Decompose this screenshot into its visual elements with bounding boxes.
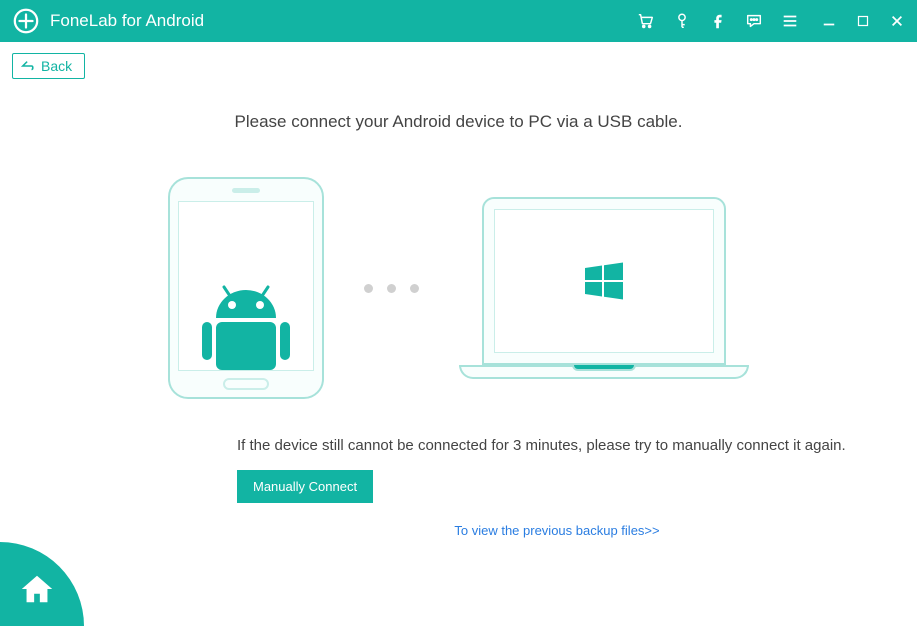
cart-icon[interactable] <box>637 12 655 30</box>
device-illustration <box>40 177 877 399</box>
back-label: Back <box>41 58 72 74</box>
main-content: Please connect your Android device to PC… <box>0 112 917 540</box>
instruction-text: Please connect your Android device to PC… <box>40 112 877 132</box>
home-button[interactable] <box>0 542 84 626</box>
menu-icon[interactable] <box>781 12 799 30</box>
app-title: FoneLab for Android <box>50 11 637 31</box>
facebook-icon[interactable] <box>709 12 727 30</box>
timeout-hint: If the device still cannot be connected … <box>40 437 877 454</box>
app-logo-icon <box>12 7 40 35</box>
maximize-icon[interactable] <box>855 13 871 29</box>
view-backup-link[interactable]: To view the previous backup files>> <box>454 523 659 538</box>
connection-dots-icon <box>364 284 419 293</box>
phone-icon <box>168 177 324 399</box>
feedback-icon[interactable] <box>745 12 763 30</box>
window-controls <box>821 13 905 29</box>
android-icon <box>196 280 296 370</box>
back-button[interactable]: Back <box>12 53 85 79</box>
titlebar-actions <box>637 12 799 30</box>
laptop-icon <box>459 197 749 379</box>
minimize-icon[interactable] <box>821 13 837 29</box>
key-icon[interactable] <box>673 12 691 30</box>
back-arrow-icon <box>21 59 35 73</box>
close-icon[interactable] <box>889 13 905 29</box>
windows-icon <box>583 260 625 302</box>
manually-connect-button[interactable]: Manually Connect <box>237 470 373 503</box>
titlebar: FoneLab for Android <box>0 0 917 42</box>
home-icon <box>18 570 56 608</box>
